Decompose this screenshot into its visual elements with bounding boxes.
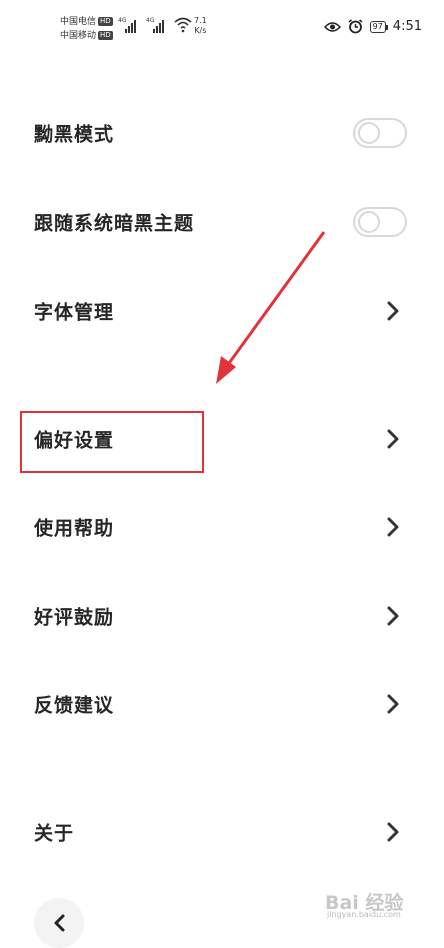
status-bar: 中国电信 HD 中国移动 HD 4G 4G 7.1 K/s 97 4:51 <box>0 0 444 52</box>
chevron-right-icon <box>387 429 399 449</box>
setting-font-management[interactable]: 字体管理 <box>0 281 444 341</box>
watermark-url: jingyan.baidu.com <box>327 910 401 919</box>
setting-about[interactable]: 关于 <box>0 802 444 862</box>
dark-mode-toggle[interactable] <box>353 118 407 148</box>
setting-label: 黝黑模式 <box>34 123 115 146</box>
chevron-right-icon <box>387 301 399 321</box>
setting-follow-system-dark[interactable]: 跟随系统暗黑主题 <box>0 192 444 252</box>
setting-feedback[interactable]: 反馈建议 <box>0 674 444 734</box>
hd-badge: HD <box>98 17 113 26</box>
chevron-right-icon <box>387 606 399 626</box>
status-right: 97 4:51 <box>323 19 422 34</box>
setting-label: 使用帮助 <box>34 517 115 540</box>
highlight-box <box>20 411 204 473</box>
setting-rate-app[interactable]: 好评鼓励 <box>0 586 444 646</box>
signal-icon: 4G <box>146 17 168 33</box>
chevron-right-icon <box>387 517 399 537</box>
toggle-knob <box>358 211 380 233</box>
network-speed: 7.1 K/s <box>194 16 207 36</box>
setting-label: 关于 <box>34 822 75 845</box>
carrier-info: 中国电信 HD 中国移动 HD <box>60 15 113 43</box>
chevron-right-icon <box>387 822 399 842</box>
clock: 4:51 <box>392 19 422 34</box>
wifi-icon <box>174 17 192 33</box>
setting-label: 好评鼓励 <box>34 606 115 629</box>
chevron-right-icon <box>387 694 399 714</box>
carrier-1: 中国电信 <box>60 17 97 27</box>
battery-indicator: 97 <box>369 20 389 33</box>
signal-icon: 4G <box>118 17 140 33</box>
signal-indicators: 4G 4G <box>118 17 192 33</box>
setting-label: 跟随系统暗黑主题 <box>34 212 195 235</box>
setting-label: 字体管理 <box>34 301 115 324</box>
alarm-icon <box>348 19 363 34</box>
carrier-2: 中国移动 <box>60 31 97 41</box>
watermark: Bai 经验 jingyan.baidu.com <box>325 880 435 924</box>
setting-dark-mode[interactable]: 黝黑模式 <box>0 103 444 163</box>
chevron-left-icon <box>54 914 65 932</box>
setting-help[interactable]: 使用帮助 <box>0 497 444 557</box>
eye-icon <box>323 21 341 32</box>
toggle-knob <box>358 122 380 144</box>
back-button[interactable] <box>34 898 84 948</box>
hd-badge: HD <box>98 31 113 40</box>
setting-label: 反馈建议 <box>34 694 115 717</box>
speed-value: 7.1 <box>194 16 207 25</box>
follow-system-toggle[interactable] <box>353 207 407 237</box>
speed-unit: K/s <box>194 26 207 35</box>
